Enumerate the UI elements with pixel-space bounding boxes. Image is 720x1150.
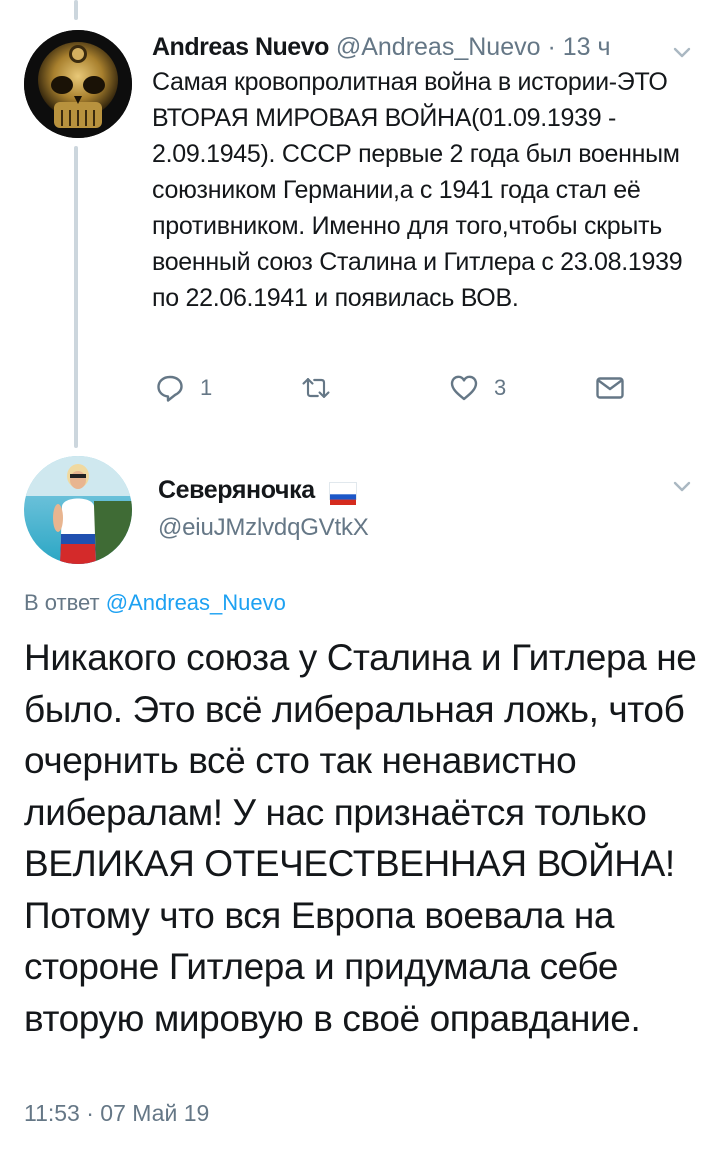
avatar[interactable] xyxy=(24,30,132,138)
reply-count: 1 xyxy=(200,375,213,400)
tweet-text: Самая кровопролитная война в истории-ЭТО… xyxy=(152,68,683,312)
reply-icon xyxy=(157,375,183,402)
thread-line xyxy=(74,146,78,448)
direct-message-button[interactable] xyxy=(594,372,626,404)
tweet-header: Andreas Nuevo @Andreas_Nuevo · 13 ч xyxy=(152,32,611,62)
author-handle[interactable]: @eiuJMzlvdqGVtkX xyxy=(158,514,369,542)
avatar[interactable] xyxy=(24,456,132,564)
tweet-text: Никакого союза у Сталина и Гитлера не бы… xyxy=(24,637,697,1039)
tweet-andreas[interactable]: Andreas Nuevo @Andreas_Nuevo · 13 ч Сама… xyxy=(0,0,720,450)
author-name-text: Северяночка xyxy=(158,476,315,504)
reply-handle-link[interactable]: @Andreas_Nuevo xyxy=(106,590,286,615)
reply-button[interactable]: 1 xyxy=(154,372,212,404)
like-count: 3 xyxy=(494,375,507,400)
direct-message-icon xyxy=(596,377,624,399)
chevron-down-icon[interactable] xyxy=(668,472,696,500)
reply-context: В ответ @Andreas_Nuevo xyxy=(24,590,286,616)
author-name[interactable]: Северяночка xyxy=(158,476,358,506)
author-name[interactable]: Andreas Nuevo xyxy=(152,33,329,61)
separator: · xyxy=(547,33,556,61)
like-icon xyxy=(450,375,478,401)
retweet-icon xyxy=(302,378,330,398)
like-button[interactable]: 3 xyxy=(448,372,506,404)
russian-flag-icon xyxy=(329,482,358,506)
retweet-button[interactable] xyxy=(300,372,346,404)
tweet-time[interactable]: 13 ч xyxy=(563,33,611,61)
reply-prefix: В ответ xyxy=(24,590,100,615)
chevron-down-icon[interactable] xyxy=(668,38,696,66)
tweet-timestamp[interactable]: 11:53 · 07 Май 19 xyxy=(24,1100,209,1127)
author-handle[interactable]: @Andreas_Nuevo xyxy=(336,33,541,61)
